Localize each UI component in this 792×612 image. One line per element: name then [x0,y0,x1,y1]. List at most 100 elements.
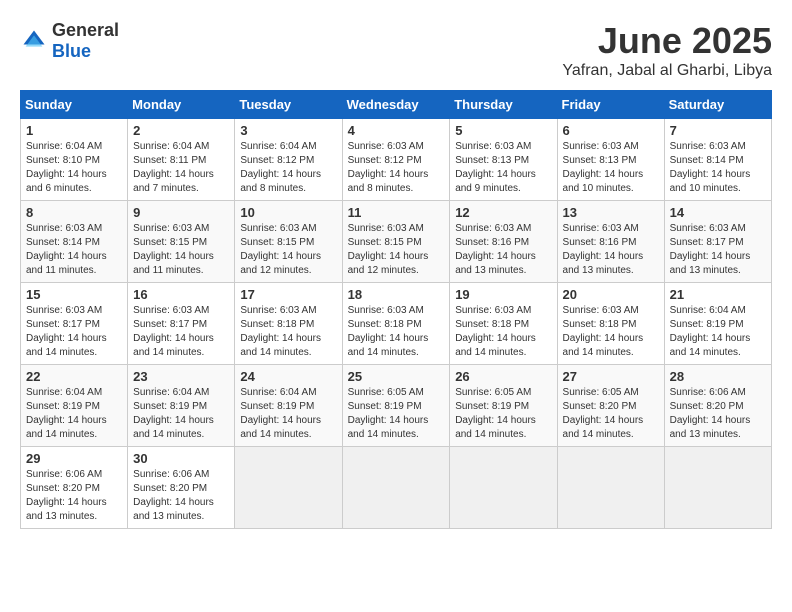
day-number: 1 [26,123,122,138]
day-info: Sunrise: 6:03 AMSunset: 8:15 PMDaylight:… [348,223,429,276]
calendar-cell: 7 Sunrise: 6:03 AMSunset: 8:14 PMDayligh… [664,119,771,201]
calendar-week-row: 29 Sunrise: 6:06 AMSunset: 8:20 PMDaylig… [21,447,772,529]
calendar-cell: 14 Sunrise: 6:03 AMSunset: 8:17 PMDaylig… [664,201,771,283]
weekday-header: Saturday [664,91,771,119]
day-info: Sunrise: 6:03 AMSunset: 8:17 PMDaylight:… [26,305,107,358]
calendar-table: SundayMondayTuesdayWednesdayThursdayFrid… [20,90,772,529]
calendar-cell: 15 Sunrise: 6:03 AMSunset: 8:17 PMDaylig… [21,283,128,365]
day-info: Sunrise: 6:03 AMSunset: 8:17 PMDaylight:… [670,223,751,276]
logo: General Blue [20,20,119,62]
day-number: 10 [240,205,336,220]
day-info: Sunrise: 6:03 AMSunset: 8:15 PMDaylight:… [240,223,321,276]
day-info: Sunrise: 6:06 AMSunset: 8:20 PMDaylight:… [26,469,107,522]
day-number: 24 [240,369,336,384]
page-header: General Blue June 2025 Yafran, Jabal al … [20,20,772,80]
day-info: Sunrise: 6:03 AMSunset: 8:14 PMDaylight:… [670,141,751,194]
day-info: Sunrise: 6:03 AMSunset: 8:18 PMDaylight:… [563,305,644,358]
day-info: Sunrise: 6:03 AMSunset: 8:13 PMDaylight:… [455,141,536,194]
day-info: Sunrise: 6:04 AMSunset: 8:12 PMDaylight:… [240,141,321,194]
day-number: 27 [563,369,659,384]
calendar-cell: 18 Sunrise: 6:03 AMSunset: 8:18 PMDaylig… [342,283,450,365]
day-info: Sunrise: 6:03 AMSunset: 8:13 PMDaylight:… [563,141,644,194]
day-info: Sunrise: 6:03 AMSunset: 8:15 PMDaylight:… [133,223,214,276]
calendar-cell: 4 Sunrise: 6:03 AMSunset: 8:12 PMDayligh… [342,119,450,201]
calendar-cell: 13 Sunrise: 6:03 AMSunset: 8:16 PMDaylig… [557,201,664,283]
calendar-cell: 17 Sunrise: 6:03 AMSunset: 8:18 PMDaylig… [235,283,342,365]
weekday-header: Friday [557,91,664,119]
calendar-cell: 27 Sunrise: 6:05 AMSunset: 8:20 PMDaylig… [557,365,664,447]
logo-general: General [52,20,119,40]
day-number: 11 [348,205,445,220]
day-number: 9 [133,205,229,220]
weekday-header: Monday [128,91,235,119]
calendar-week-row: 1 Sunrise: 6:04 AMSunset: 8:10 PMDayligh… [21,119,772,201]
title-block: June 2025 Yafran, Jabal al Gharbi, Libya [562,20,772,80]
day-number: 23 [133,369,229,384]
day-info: Sunrise: 6:03 AMSunset: 8:17 PMDaylight:… [133,305,214,358]
calendar-cell: 28 Sunrise: 6:06 AMSunset: 8:20 PMDaylig… [664,365,771,447]
calendar-cell: 21 Sunrise: 6:04 AMSunset: 8:19 PMDaylig… [664,283,771,365]
calendar-cell: 30 Sunrise: 6:06 AMSunset: 8:20 PMDaylig… [128,447,235,529]
month-title: June 2025 [562,20,772,62]
day-number: 19 [455,287,551,302]
calendar-cell: 11 Sunrise: 6:03 AMSunset: 8:15 PMDaylig… [342,201,450,283]
day-number: 26 [455,369,551,384]
day-number: 18 [348,287,445,302]
day-info: Sunrise: 6:04 AMSunset: 8:11 PMDaylight:… [133,141,214,194]
day-number: 30 [133,451,229,466]
calendar-cell: 19 Sunrise: 6:03 AMSunset: 8:18 PMDaylig… [450,283,557,365]
calendar-cell: 29 Sunrise: 6:06 AMSunset: 8:20 PMDaylig… [21,447,128,529]
weekday-header: Tuesday [235,91,342,119]
calendar-week-row: 8 Sunrise: 6:03 AMSunset: 8:14 PMDayligh… [21,201,772,283]
calendar-cell: 10 Sunrise: 6:03 AMSunset: 8:15 PMDaylig… [235,201,342,283]
calendar-cell: 16 Sunrise: 6:03 AMSunset: 8:17 PMDaylig… [128,283,235,365]
day-info: Sunrise: 6:04 AMSunset: 8:19 PMDaylight:… [240,387,321,440]
calendar-cell: 5 Sunrise: 6:03 AMSunset: 8:13 PMDayligh… [450,119,557,201]
day-info: Sunrise: 6:03 AMSunset: 8:18 PMDaylight:… [348,305,429,358]
calendar-cell [664,447,771,529]
calendar-cell: 22 Sunrise: 6:04 AMSunset: 8:19 PMDaylig… [21,365,128,447]
day-number: 17 [240,287,336,302]
day-info: Sunrise: 6:03 AMSunset: 8:14 PMDaylight:… [26,223,107,276]
calendar-cell: 6 Sunrise: 6:03 AMSunset: 8:13 PMDayligh… [557,119,664,201]
weekday-header: Wednesday [342,91,450,119]
day-info: Sunrise: 6:06 AMSunset: 8:20 PMDaylight:… [670,387,751,440]
day-number: 8 [26,205,122,220]
calendar-cell [235,447,342,529]
weekday-header: Sunday [21,91,128,119]
day-info: Sunrise: 6:05 AMSunset: 8:20 PMDaylight:… [563,387,644,440]
weekday-header: Thursday [450,91,557,119]
day-info: Sunrise: 6:03 AMSunset: 8:18 PMDaylight:… [455,305,536,358]
calendar-cell: 24 Sunrise: 6:04 AMSunset: 8:19 PMDaylig… [235,365,342,447]
day-number: 3 [240,123,336,138]
day-number: 21 [670,287,766,302]
location-title: Yafran, Jabal al Gharbi, Libya [562,62,772,80]
day-number: 29 [26,451,122,466]
day-info: Sunrise: 6:04 AMSunset: 8:19 PMDaylight:… [670,305,751,358]
calendar-cell: 3 Sunrise: 6:04 AMSunset: 8:12 PMDayligh… [235,119,342,201]
day-info: Sunrise: 6:04 AMSunset: 8:19 PMDaylight:… [133,387,214,440]
calendar-header-row: SundayMondayTuesdayWednesdayThursdayFrid… [21,91,772,119]
calendar-cell [342,447,450,529]
day-number: 15 [26,287,122,302]
day-number: 13 [563,205,659,220]
calendar-cell: 8 Sunrise: 6:03 AMSunset: 8:14 PMDayligh… [21,201,128,283]
calendar-cell: 25 Sunrise: 6:05 AMSunset: 8:19 PMDaylig… [342,365,450,447]
calendar-cell: 20 Sunrise: 6:03 AMSunset: 8:18 PMDaylig… [557,283,664,365]
day-info: Sunrise: 6:04 AMSunset: 8:10 PMDaylight:… [26,141,107,194]
day-number: 4 [348,123,445,138]
day-number: 7 [670,123,766,138]
calendar-week-row: 15 Sunrise: 6:03 AMSunset: 8:17 PMDaylig… [21,283,772,365]
day-number: 5 [455,123,551,138]
calendar-cell: 12 Sunrise: 6:03 AMSunset: 8:16 PMDaylig… [450,201,557,283]
day-info: Sunrise: 6:05 AMSunset: 8:19 PMDaylight:… [348,387,429,440]
day-info: Sunrise: 6:03 AMSunset: 8:16 PMDaylight:… [455,223,536,276]
day-info: Sunrise: 6:05 AMSunset: 8:19 PMDaylight:… [455,387,536,440]
day-info: Sunrise: 6:04 AMSunset: 8:19 PMDaylight:… [26,387,107,440]
day-info: Sunrise: 6:03 AMSunset: 8:16 PMDaylight:… [563,223,644,276]
logo-icon [20,27,48,55]
calendar-cell: 23 Sunrise: 6:04 AMSunset: 8:19 PMDaylig… [128,365,235,447]
calendar-cell: 9 Sunrise: 6:03 AMSunset: 8:15 PMDayligh… [128,201,235,283]
logo-blue: Blue [52,41,91,61]
day-number: 6 [563,123,659,138]
